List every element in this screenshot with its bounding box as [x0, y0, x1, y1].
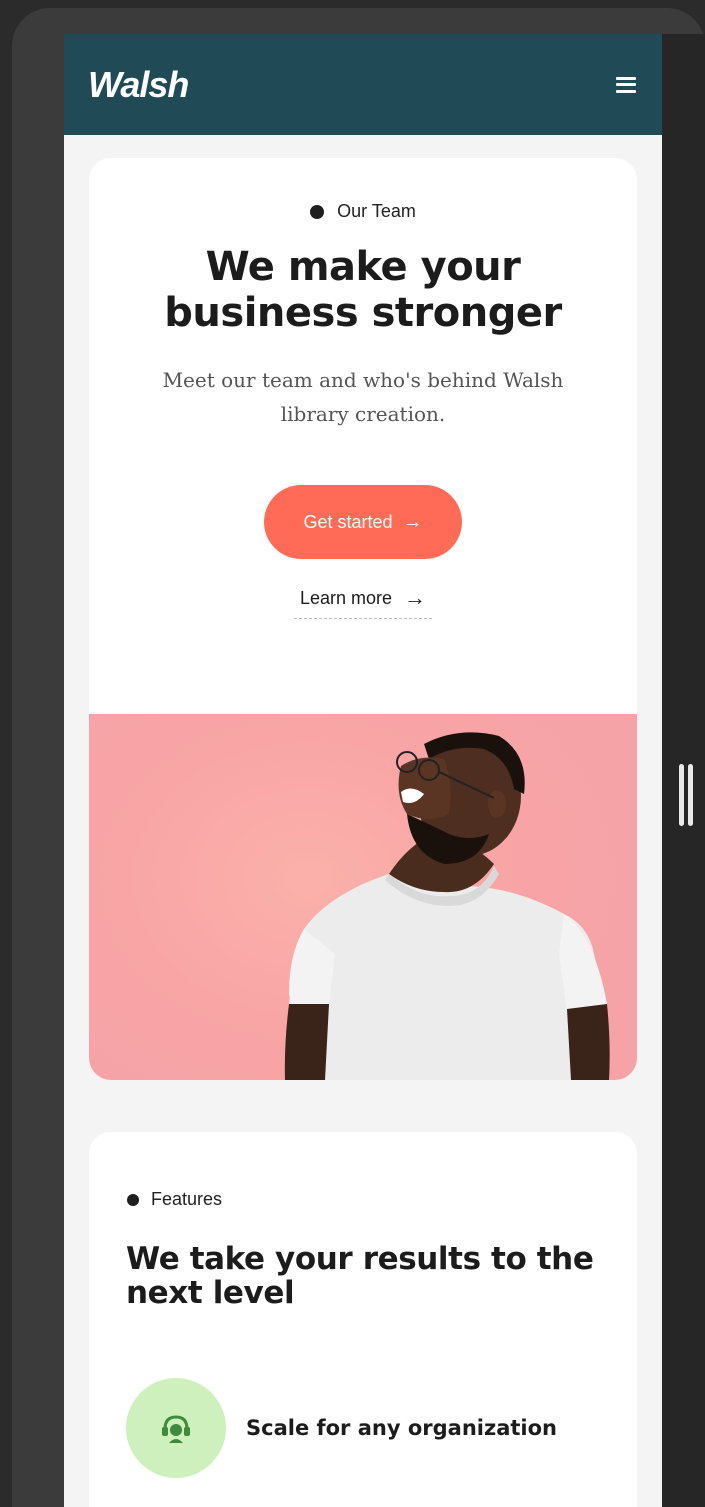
get-started-label: Get started — [303, 511, 393, 532]
hero-eyebrow-label: Our Team — [337, 201, 416, 221]
features-eyebrow-label: Features — [151, 1189, 223, 1209]
hero-title: We make your business stronger — [89, 244, 637, 336]
feature-item: Scale for any organization — [126, 1378, 557, 1478]
get-started-button[interactable]: Get started → — [264, 485, 462, 559]
hero-card: Our Team We make your business stronger … — [89, 158, 637, 1080]
arrow-right-icon: → — [402, 510, 423, 533]
smiling-man-illustration — [284, 732, 610, 1080]
hero-subtitle: Meet our team and who's behind Walsh lib… — [162, 368, 564, 426]
feature-badge — [126, 1378, 226, 1478]
hero-title-line-1: We make your — [205, 244, 521, 290]
logo[interactable]: Walsh — [88, 64, 189, 106]
feature-label: Scale for any organization — [246, 1416, 557, 1440]
features-title: We take your results to the next level — [126, 1241, 594, 1311]
hero-eyebrow: Our Team — [89, 201, 637, 222]
mobile-screen: Walsh Our Team We make your business str… — [64, 34, 662, 1507]
features-eyebrow: Features — [127, 1189, 222, 1210]
navbar: Walsh — [64, 34, 662, 135]
features-card: Features We take your results to the nex… — [89, 1132, 637, 1507]
bullet-dot-icon — [310, 204, 325, 219]
hero-photo — [89, 714, 637, 1080]
learn-more-link[interactable]: Learn more → — [294, 585, 432, 619]
resize-handle[interactable] — [678, 764, 694, 826]
headset-support-icon — [162, 1415, 190, 1443]
hero-title-line-2: business stronger — [164, 290, 562, 336]
learn-more-label: Learn more — [299, 587, 393, 608]
bullet-dot-icon — [127, 1193, 139, 1206]
hamburger-menu-icon[interactable] — [616, 76, 636, 93]
arrow-right-icon: → — [404, 585, 427, 610]
